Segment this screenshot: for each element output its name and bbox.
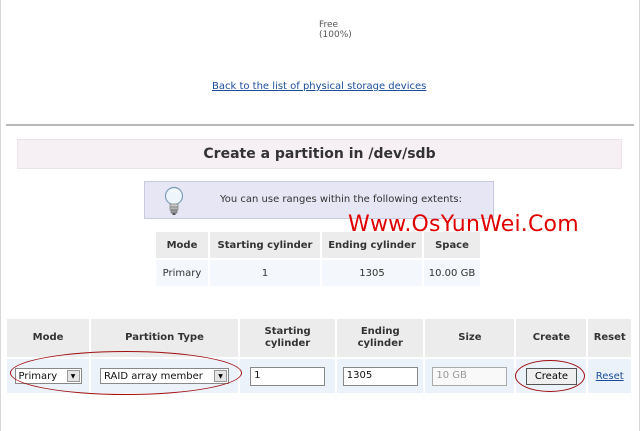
- lightbulb-icon: [164, 186, 184, 215]
- size-cell: 10 GB: [425, 359, 515, 393]
- free-percent-text: (100%): [319, 30, 352, 40]
- end-cell: 1305: [337, 359, 424, 393]
- ending-cylinder-input[interactable]: 1305: [342, 366, 418, 386]
- extents-header-row: Mode Starting cylinder Ending cylinder S…: [156, 232, 480, 258]
- form-header-size: Size: [425, 319, 515, 357]
- mode-select[interactable]: Primary ▼: [14, 368, 82, 384]
- extents-end-cell: 1305: [322, 260, 422, 286]
- reset-cell: Reset: [588, 359, 631, 393]
- info-text: You can use ranges within the following …: [220, 194, 462, 205]
- start-cell: 1: [239, 359, 336, 393]
- form-header-start-line2: cylinder: [264, 338, 311, 349]
- page-title: Create a partition in /dev/sdb: [203, 146, 436, 162]
- create-cell: Create: [516, 359, 587, 393]
- form-header-start-line1: Starting: [264, 326, 311, 337]
- section-divider: [6, 124, 634, 126]
- extents-header-mode: Mode: [156, 232, 208, 258]
- mode-cell: Primary ▼: [7, 359, 90, 393]
- starting-cylinder-input[interactable]: 1: [250, 366, 326, 386]
- partition-type-select-value: RAID array member: [104, 370, 203, 382]
- back-to-devices-link[interactable]: Back to the list of physical storage dev…: [212, 81, 426, 92]
- extents-header-end: Ending cylinder: [322, 232, 422, 258]
- extents-mode-cell: Primary: [156, 260, 208, 286]
- create-button[interactable]: Create: [525, 367, 578, 385]
- title-bar: Create a partition in /dev/sdb: [17, 139, 622, 169]
- partition-type-select[interactable]: RAID array member ▼: [100, 368, 230, 384]
- free-space-label: Free (100%): [319, 20, 352, 40]
- extents-start-cell: 1: [210, 260, 320, 286]
- partition-type-cell: RAID array member ▼: [91, 359, 238, 393]
- extents-space-cell: 10.00 GB: [424, 260, 480, 286]
- mode-select-value: Primary: [18, 370, 58, 382]
- chevron-down-icon[interactable]: ▼: [214, 370, 228, 382]
- form-header-reset: Reset: [588, 319, 631, 357]
- form-header-end: Ending cylinder: [337, 319, 424, 357]
- extents-row: Primary 1 1305 10.00 GB: [156, 260, 480, 286]
- form-header-row: Mode Partition Type Starting cylinder End…: [7, 319, 631, 357]
- reset-link[interactable]: Reset: [596, 371, 624, 382]
- extents-table: Mode Starting cylinder Ending cylinder S…: [154, 230, 482, 288]
- chevron-down-icon[interactable]: ▼: [66, 370, 80, 382]
- create-partition-form: Mode Partition Type Starting cylinder End…: [5, 317, 633, 395]
- form-header-start: Starting cylinder: [239, 319, 336, 357]
- size-input: 10 GB: [432, 366, 508, 386]
- form-header-create: Create: [516, 319, 587, 357]
- form-header-partition-type: Partition Type: [91, 319, 238, 357]
- form-header-end-line1: Ending: [360, 326, 400, 337]
- form-header-end-line2: cylinder: [357, 338, 403, 349]
- frame-left-border: [0, 0, 1, 431]
- extents-header-start: Starting cylinder: [210, 232, 320, 258]
- form-input-row: Primary ▼ RAID array member ▼ 1 1305 10 …: [7, 359, 631, 393]
- free-label-text: Free: [319, 20, 339, 30]
- form-header-mode: Mode: [7, 319, 90, 357]
- extents-header-space: Space: [424, 232, 480, 258]
